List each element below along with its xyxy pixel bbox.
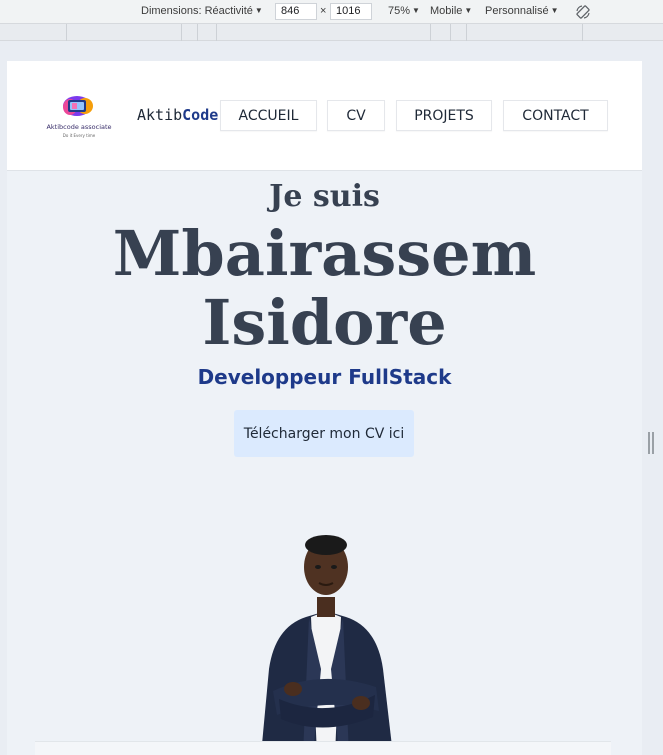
- nav-projets-button[interactable]: PROJETS: [396, 100, 492, 131]
- site-header: Aktibcode associate Do it Every time Akt…: [7, 61, 642, 171]
- nav-accueil-button[interactable]: ACCUEIL: [220, 100, 317, 131]
- times-sign: ×: [320, 5, 327, 17]
- ruler-tick: [466, 24, 467, 41]
- hero-role: Developpeur FullStack: [197, 365, 452, 389]
- device-mode-dropdown[interactable]: Mobile ▼: [430, 5, 472, 17]
- chevron-down-icon: ▼: [412, 6, 420, 15]
- logo-tagline: Do it Every time: [62, 133, 96, 138]
- brand-bold: Code: [182, 106, 219, 124]
- viewport-resize-handle[interactable]: [648, 432, 654, 454]
- brand-name[interactable]: AktibCode: [137, 106, 218, 124]
- brand-plain: Aktib: [137, 106, 183, 124]
- zoom-label: 75%: [388, 5, 411, 17]
- nav-contact-button[interactable]: CONTACT: [503, 100, 608, 131]
- chevron-down-icon: ▼: [464, 6, 473, 15]
- ruler-tick: [582, 24, 583, 41]
- ruler-tick: [66, 24, 67, 41]
- ruler-tick: [430, 24, 431, 41]
- hero-first-name: Mbairassem: [112, 217, 537, 290]
- ruler-tick: [181, 24, 182, 41]
- logo-text: Aktibcode associate: [46, 123, 112, 131]
- ruler-tick: [216, 24, 217, 41]
- chevron-down-icon: ▼: [550, 6, 559, 15]
- next-section-edge: [35, 741, 611, 755]
- page-viewport: Aktibcode associate Do it Every time Akt…: [7, 61, 642, 755]
- ruler-tick: [450, 24, 451, 41]
- profile-photo-icon: [261, 535, 393, 755]
- chevron-down-icon: ▼: [254, 6, 263, 15]
- throttle-label: Personnalisé: [485, 5, 549, 17]
- devtools-device-toolbar: Dimensions: Réactivité ▼ 846 × 1016 75% ▼ …: [0, 0, 663, 24]
- dimensions-dropdown[interactable]: Dimensions: Réactivité ▼: [141, 5, 263, 17]
- dimensions-label: Dimensions: Réactivité: [141, 5, 253, 17]
- nav-cv-button[interactable]: CV: [327, 100, 385, 131]
- device-mode-label: Mobile: [430, 5, 463, 17]
- hero-last-name: Isidore: [202, 286, 447, 359]
- download-cv-button[interactable]: Télécharger mon CV ici: [234, 410, 414, 457]
- rotate-icon[interactable]: [574, 3, 592, 21]
- media-query-bar[interactable]: [0, 24, 663, 41]
- ruler-tick: [197, 24, 198, 41]
- hero-intro: Je suis: [269, 179, 380, 214]
- width-input[interactable]: 846: [275, 3, 317, 20]
- zoom-dropdown[interactable]: 75% ▼: [388, 5, 420, 17]
- height-input[interactable]: 1016: [330, 3, 372, 20]
- throttle-dropdown[interactable]: Personnalisé ▼: [485, 5, 559, 17]
